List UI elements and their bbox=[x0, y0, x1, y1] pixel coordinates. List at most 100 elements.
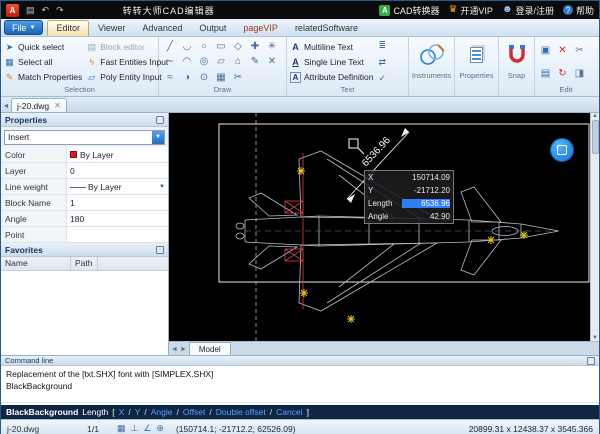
tab-pagevip[interactable]: pageVIP bbox=[235, 21, 286, 36]
property-row-color[interactable]: Color By Layer bbox=[1, 147, 168, 163]
draw-tool-icon[interactable]: ✂ bbox=[230, 70, 246, 84]
ortho-icon[interactable]: ⊥ bbox=[130, 423, 138, 434]
fast-entities-input-button[interactable]: ϟ Fast Entities Input bbox=[86, 55, 168, 69]
draw-tool-icon[interactable]: ◎ bbox=[196, 55, 212, 69]
property-row-angle[interactable]: Angle 180 bbox=[1, 211, 168, 227]
property-row-layer[interactable]: Layer 0 bbox=[1, 163, 168, 179]
login-button[interactable]: ☻ 登录/注册 bbox=[502, 4, 554, 17]
pin-icon[interactable] bbox=[156, 245, 164, 254]
poly-entity-icon: ▱ bbox=[88, 71, 96, 82]
property-row-lineweight[interactable]: Line weight —— By Layer ▼ bbox=[1, 179, 168, 195]
draw-tool-icon[interactable]: ◡ bbox=[179, 40, 195, 54]
draw-tool-icon[interactable]: ✎ bbox=[247, 55, 263, 69]
property-row-blockname[interactable]: Block Name 1 bbox=[1, 195, 168, 211]
draw-tool-icon[interactable]: ○ bbox=[196, 40, 212, 54]
edit-tool-icon[interactable]: ▤ bbox=[538, 67, 553, 81]
scroll-down-icon[interactable]: ▼ bbox=[592, 335, 598, 341]
app-logo-icon: A bbox=[6, 3, 19, 17]
edit-tool-icon[interactable]: ◨ bbox=[572, 67, 587, 81]
single-line-text-button[interactable]: A Single Line Text bbox=[290, 55, 373, 69]
vip-button[interactable]: ♛ 开通VIP bbox=[448, 4, 492, 17]
osnap-icon[interactable]: ⊕ bbox=[156, 423, 164, 434]
attribute-definition-button[interactable]: A Attribute Definition bbox=[290, 70, 373, 84]
layout-nav-left-icon[interactable]: ◄ bbox=[171, 346, 178, 355]
undo-icon[interactable]: ↶ bbox=[42, 5, 50, 16]
model-tab[interactable]: Model bbox=[188, 342, 231, 355]
quick-select-button[interactable]: ➤ Quick select bbox=[4, 40, 82, 54]
draw-tool-icon[interactable]: ▦ bbox=[213, 70, 229, 84]
tab-advanced[interactable]: Advanced bbox=[134, 21, 190, 36]
edit-tool-icon[interactable]: ✕ bbox=[555, 44, 570, 58]
draw-tool-icon[interactable]: ∼ bbox=[162, 55, 178, 69]
command-prompt-bar[interactable]: BlackBackground Length [ X / Y / Angle / Offse… bbox=[1, 405, 599, 419]
status-bar: j-20.dwg 1/1 ▦ ⊥ ∠ ⊕ (150714.1; -21712.2… bbox=[1, 419, 599, 434]
pin-icon[interactable] bbox=[156, 115, 164, 124]
entity-type-select[interactable]: Insert ▼ bbox=[4, 129, 165, 145]
draw-tool-icon[interactable]: ⊙ bbox=[196, 70, 212, 84]
text-convert-icon[interactable]: ⇄ bbox=[378, 57, 386, 68]
attribute-definition-label: Attribute Definition bbox=[304, 72, 374, 82]
property-row-point[interactable]: Point bbox=[1, 227, 168, 243]
layout-nav-right-icon[interactable]: ► bbox=[180, 346, 187, 355]
draw-tool-icon[interactable]: ╱ bbox=[162, 40, 178, 54]
draw-tool-icon[interactable]: ◑ bbox=[179, 70, 195, 84]
pin-icon[interactable] bbox=[587, 356, 595, 365]
multiline-text-button[interactable]: A Multiline Text bbox=[290, 40, 373, 54]
draw-tool-icon[interactable]: ⌂ bbox=[230, 55, 246, 69]
close-icon[interactable]: ✕ bbox=[54, 101, 61, 110]
favorites-list[interactable] bbox=[1, 271, 168, 355]
tab-editor[interactable]: Editor bbox=[47, 20, 89, 36]
draw-tool-icon[interactable]: ✳ bbox=[264, 40, 280, 54]
canvas-vertical-scrollbar[interactable]: ▲ ▼ bbox=[590, 113, 599, 341]
draw-tool-icon[interactable]: ◇ bbox=[230, 40, 246, 54]
select-all-button[interactable]: ▦ Select all bbox=[4, 55, 82, 69]
drawing-canvas[interactable]: 6536.96 X 150714.09 Y -21712.20 Length 6536… bbox=[169, 113, 599, 341]
document-nav-icon[interactable]: ◂ bbox=[4, 101, 8, 112]
properties-button[interactable]: Properties bbox=[458, 39, 495, 82]
prompt-option[interactable]: Double offset bbox=[216, 407, 266, 417]
draw-tool-icon[interactable]: ▭ bbox=[213, 40, 229, 54]
draw-tool-icon[interactable]: ◠ bbox=[179, 55, 195, 69]
draw-tool-icon[interactable]: ✕ bbox=[264, 55, 280, 69]
text-style-icon[interactable]: ≣ bbox=[378, 40, 386, 51]
spell-check-icon[interactable]: ✓ bbox=[378, 73, 386, 84]
favorites-col-path[interactable]: Path bbox=[71, 257, 98, 270]
tooltip-length-input[interactable]: 6536.96 bbox=[402, 199, 450, 208]
snap-button[interactable]: Snap bbox=[502, 39, 531, 82]
favorites-col-name[interactable]: Name bbox=[1, 257, 71, 270]
command-history[interactable]: Replacement of the [txt.SHX] font with [… bbox=[1, 366, 599, 402]
document-tab[interactable]: j-20.dwg ✕ bbox=[11, 98, 67, 112]
block-editor-button[interactable]: ▤ Block editor bbox=[86, 40, 168, 54]
tab-output[interactable]: Output bbox=[191, 21, 234, 36]
draw-tool-icon[interactable]: ≈ bbox=[162, 70, 178, 84]
draw-tool-icon[interactable]: ✚ bbox=[247, 40, 263, 54]
edit-tool-icon[interactable]: ▣ bbox=[538, 44, 553, 58]
scrollbar-thumb[interactable] bbox=[591, 120, 599, 154]
draw-tool-icon[interactable]: ▱ bbox=[213, 55, 229, 69]
floating-widget-button[interactable] bbox=[550, 138, 574, 162]
prompt-option[interactable]: Cancel bbox=[276, 407, 302, 417]
question-icon: ? bbox=[562, 5, 573, 15]
poly-entity-input-button[interactable]: ▱ Poly Entity Input bbox=[86, 70, 168, 84]
file-menu-button[interactable]: File ▼ bbox=[4, 20, 44, 35]
help-button[interactable]: ? 帮助 bbox=[562, 4, 594, 17]
tab-viewer[interactable]: Viewer bbox=[90, 21, 133, 36]
grid-icon[interactable]: ▦ bbox=[117, 423, 126, 434]
edit-tool-icon[interactable]: ↻ bbox=[555, 67, 570, 81]
match-properties-button[interactable]: ✎ Match Properties bbox=[4, 70, 83, 84]
prompt-option[interactable]: Y bbox=[135, 407, 141, 417]
instruments-button[interactable]: Instruments bbox=[412, 39, 451, 82]
prompt-option[interactable]: X bbox=[119, 407, 125, 417]
prompt-option[interactable]: Angle bbox=[151, 407, 173, 417]
chevron-down-icon[interactable]: ▼ bbox=[159, 184, 165, 190]
tab-related-software[interactable]: relatedSoftware bbox=[287, 21, 366, 36]
polar-icon[interactable]: ∠ bbox=[143, 423, 151, 434]
favorites-panel-header: Favorites bbox=[1, 243, 168, 257]
scroll-up-icon[interactable]: ▲ bbox=[592, 113, 598, 119]
cad-converter-button[interactable]: A CAD转换器 bbox=[379, 4, 439, 17]
redo-icon[interactable]: ↷ bbox=[56, 5, 64, 16]
edit-group-label: Edit bbox=[559, 85, 573, 94]
save-icon[interactable]: ▤ bbox=[26, 5, 35, 16]
prompt-option[interactable]: Offset bbox=[183, 407, 206, 417]
edit-tool-icon[interactable]: ✂ bbox=[572, 44, 587, 58]
